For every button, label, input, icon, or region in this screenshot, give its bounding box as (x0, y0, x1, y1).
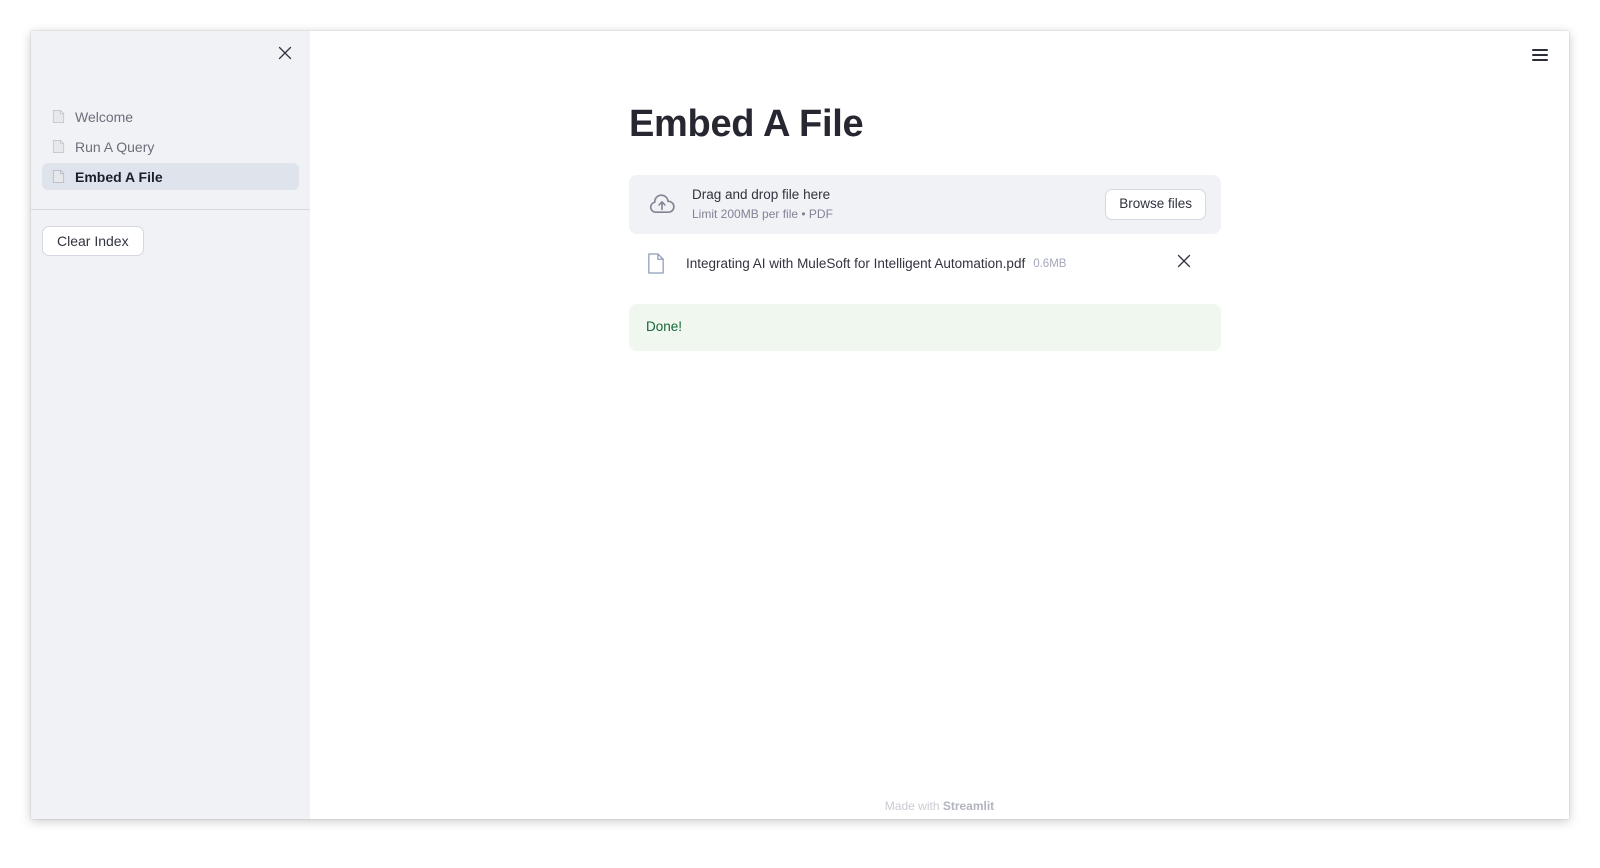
hamburger-menu-icon[interactable] (1527, 42, 1553, 68)
file-uploader-dropzone[interactable]: Drag and drop file here Limit 200MB per … (629, 174, 1221, 234)
clear-index-button[interactable]: Clear Index (42, 226, 144, 256)
uploaded-file-name: Integrating AI with MuleSoft for Intelli… (686, 256, 1026, 272)
uploaded-file-size: 0.6MB (1033, 257, 1067, 270)
close-icon (278, 46, 292, 60)
close-sidebar-button[interactable] (272, 40, 298, 66)
sidebar-item-run-a-query[interactable]: Run A Query (42, 133, 299, 160)
cloud-upload-icon (646, 188, 678, 220)
status-text: Done! (646, 319, 683, 335)
sidebar: Welcome Run A Query Embed A File Clear I… (31, 31, 310, 819)
main-content: Embed A File Drag and drop file here Lim… (310, 31, 1569, 819)
browse-files-button[interactable]: Browse files (1105, 188, 1206, 220)
sidebar-item-label: Embed A File (75, 168, 163, 185)
sidebar-navigation: Welcome Run A Query Embed A File (31, 103, 310, 193)
app-window: Welcome Run A Query Embed A File Clear I… (31, 31, 1569, 819)
page-icon (51, 169, 66, 184)
file-icon (646, 253, 666, 275)
content-column: Embed A File Drag and drop file here Lim… (629, 103, 1221, 351)
sidebar-item-label: Run A Query (75, 138, 155, 155)
footer: Made with Streamlit (310, 799, 1569, 813)
status-message: Done! (629, 303, 1221, 351)
sidebar-actions: Clear Index (31, 210, 310, 256)
upload-limit-label: Limit 200MB per file • PDF (692, 206, 833, 221)
footer-brand[interactable]: Streamlit (943, 799, 994, 813)
page-icon (51, 109, 66, 124)
uploaded-file-row: Integrating AI with MuleSoft for Intelli… (629, 244, 1221, 284)
sidebar-item-embed-a-file[interactable]: Embed A File (42, 163, 299, 190)
page-title: Embed A File (629, 103, 864, 145)
sidebar-item-label: Welcome (75, 108, 134, 125)
page-icon (51, 139, 66, 154)
remove-file-button[interactable] (1169, 249, 1199, 279)
close-icon (1177, 254, 1191, 273)
upload-instructions: Drag and drop file here Limit 200MB per … (692, 186, 1105, 223)
drag-drop-label: Drag and drop file here (692, 186, 831, 202)
sidebar-item-welcome[interactable]: Welcome (42, 103, 299, 130)
footer-prefix: Made with (884, 799, 943, 813)
